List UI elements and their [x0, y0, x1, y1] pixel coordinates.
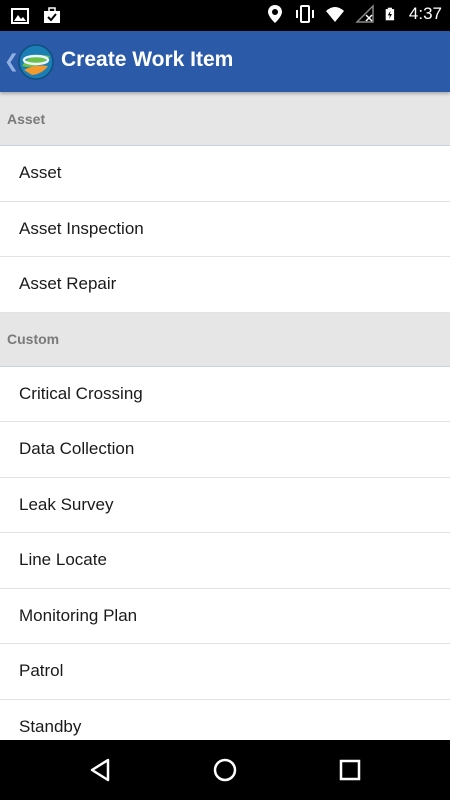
list-item[interactable]: Leak Survey	[0, 477, 450, 533]
briefcase-check-icon	[44, 7, 60, 23]
action-bar: ❮ Create Work Item	[0, 31, 450, 92]
battery-charging-icon	[385, 7, 395, 21]
system-nav-bar	[0, 740, 450, 800]
list-item[interactable]: Monitoring Plan	[0, 588, 450, 644]
wifi-icon	[325, 7, 344, 22]
list-item[interactable]: Data Collection	[0, 422, 450, 478]
section-header-custom: Custom	[0, 312, 450, 367]
location-pin-icon	[267, 5, 282, 23]
section-header-asset: Asset	[0, 92, 450, 146]
home-icon[interactable]	[211, 756, 239, 784]
chevron-left-icon[interactable]: ❮	[4, 51, 19, 72]
list-item[interactable]: Asset Inspection	[0, 201, 450, 257]
back-icon[interactable]	[86, 756, 114, 784]
page-title: Create Work Item	[61, 48, 234, 71]
list-item[interactable]: Critical Crossing	[0, 366, 450, 422]
image-icon	[11, 8, 29, 24]
list-item[interactable]: Asset	[0, 146, 450, 202]
list-item[interactable]: Patrol	[0, 644, 450, 700]
list-item[interactable]: Asset Repair	[0, 257, 450, 313]
list-item[interactable]: Line Locate	[0, 533, 450, 589]
signal-off-icon	[355, 4, 374, 23]
list-item[interactable]: Standby	[0, 699, 450, 740]
status-time: 4:37	[408, 4, 442, 23]
status-bar: 4:37	[0, 0, 450, 31]
recents-icon[interactable]	[336, 756, 364, 784]
vibrate-icon	[295, 5, 314, 23]
app-globe-icon[interactable]	[18, 44, 54, 80]
work-item-type-list: Asset Asset Asset Inspection Asset Repai…	[0, 92, 450, 740]
